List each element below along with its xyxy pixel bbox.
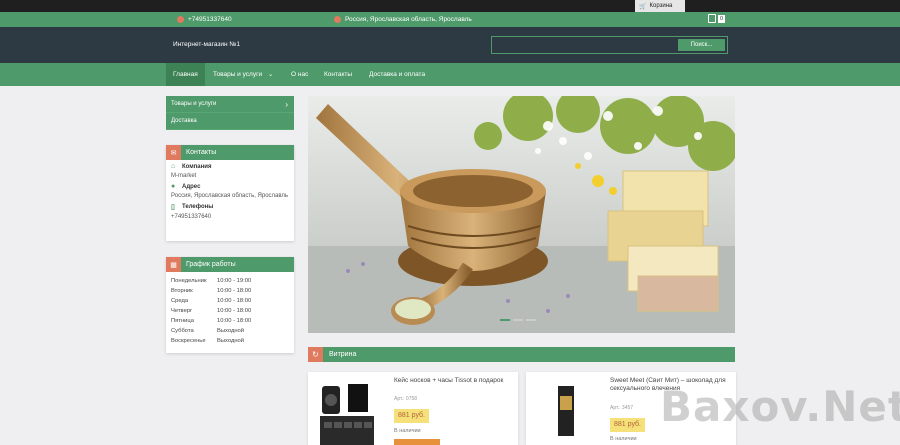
schedule-day: Вторник	[171, 288, 193, 294]
schedule-day: Воскресенье	[171, 338, 206, 344]
info-bar: +74951337640 Россия, Ярославская область…	[0, 12, 900, 27]
schedule-time: 10:00 - 18:00	[217, 318, 252, 324]
hero-banner[interactable]	[308, 96, 735, 333]
phones-row: ▯ Телефоны +74951337640	[166, 200, 294, 221]
schedule-row: Воскресенье Выходной	[171, 336, 289, 346]
schedule-header: ▦ График работы	[166, 257, 294, 272]
schedule-time: Выходной	[217, 338, 245, 344]
contacts-icon: ✉	[166, 145, 181, 160]
nav-item-home[interactable]: Главная	[166, 63, 205, 86]
product-price: 881 руб.	[394, 409, 429, 423]
schedule-time: 10:00 - 18:00	[217, 298, 252, 304]
schedule-day: Среда	[171, 298, 189, 304]
sidebar-item-label: Товары и услуги	[171, 101, 217, 107]
phone-text: +74951337640	[188, 16, 232, 23]
chevron-right-icon: ›	[285, 100, 288, 109]
mini-cart[interactable]: 0	[708, 14, 726, 23]
schedule-day: Пятница	[171, 318, 194, 324]
nav-item-products-label: Товары и услуги	[213, 71, 263, 78]
search-button[interactable]: Поиск...	[678, 39, 725, 51]
cart-tab-label: Корзина	[649, 3, 673, 9]
search-input[interactable]	[495, 39, 678, 51]
contacts-header: ✉ Контакты	[166, 145, 294, 160]
product-card[interactable]: Кейс носков + часы Tissot в подарок Арт.…	[308, 372, 518, 445]
calendar-icon: ▦	[166, 257, 181, 272]
slider-dot[interactable]	[526, 319, 536, 321]
cart-icon: 🛒	[639, 3, 647, 10]
showcase-header: ↻ Витрина	[308, 347, 735, 362]
phone-value[interactable]: +74951337640	[171, 213, 289, 221]
schedule-row: Понедельник 10:00 - 19:00	[171, 276, 289, 286]
phone-info: +74951337640	[177, 12, 232, 27]
showcase-title: Витрина	[329, 351, 357, 358]
nav-item-products[interactable]: Товары и услуги ⌄	[213, 63, 273, 86]
slider-dots	[500, 319, 536, 321]
top-bar: 🛒 Корзина	[0, 0, 900, 12]
phones-label: Телефоны	[182, 204, 214, 210]
phone-icon	[177, 16, 184, 23]
location-text: Россия, Ярославская область, Ярославль	[345, 16, 472, 23]
product-image[interactable]	[532, 376, 598, 445]
shopping-bag-icon	[708, 14, 716, 23]
banner-image	[308, 96, 735, 333]
schedule-day: Четверг	[171, 308, 193, 314]
buy-button[interactable]	[394, 439, 440, 445]
nav-item-about[interactable]: О нас	[291, 63, 308, 86]
main-nav: Главная Товары и услуги ⌄ О нас Контакты…	[0, 63, 900, 86]
schedule-time: 10:00 - 18:00	[217, 288, 252, 294]
schedule-day: Суббота	[171, 328, 194, 334]
cart-tab[interactable]: 🛒 Корзина	[635, 0, 685, 12]
schedule-row: Суббота Выходной	[171, 326, 289, 336]
schedule-day: Понедельник	[171, 278, 207, 284]
sidebar-item-delivery[interactable]: Доставка	[166, 113, 294, 130]
sidebar-menu: Товары и услуги › Доставка	[166, 96, 294, 130]
location-info: Россия, Ярославская область, Ярославль	[334, 12, 472, 27]
schedule-title: График работы	[186, 261, 236, 268]
contacts-card: ✉ Контакты ⌂ Компания M-market ● Адрес Рос…	[166, 145, 294, 241]
address-label: Адрес	[182, 183, 201, 190]
address-row: ● Адрес Россия, Ярославская область, Ярос…	[166, 180, 294, 200]
cart-count: 0	[718, 14, 726, 23]
slider-dot[interactable]	[513, 319, 523, 321]
company-value: M-market	[171, 173, 197, 179]
showcase-icon: ↻	[308, 347, 323, 362]
product-stock: В наличии	[610, 436, 637, 442]
address-value: Россия, Ярославская область, Ярославль	[171, 193, 289, 199]
phone-icon: ▯	[171, 204, 175, 211]
company-row: ⌂ Компания M-market	[166, 160, 294, 180]
schedule-time: Выходной	[217, 328, 245, 334]
search-bar: Поиск...	[491, 36, 728, 54]
schedule-row: Пятница 10:00 - 18:00	[171, 316, 289, 326]
product-image[interactable]	[314, 376, 380, 445]
product-article: Арт.: 0758	[394, 396, 418, 402]
schedule-card: ▦ График работы Понедельник 10:00 - 19:00…	[166, 257, 294, 353]
location-icon	[334, 16, 341, 23]
contacts-title: Контакты	[186, 149, 217, 156]
schedule-time: 10:00 - 19:00	[217, 278, 252, 284]
schedule-row: Среда 10:00 - 18:00	[171, 296, 289, 306]
sidebar-item-products[interactable]: Товары и услуги ›	[166, 96, 294, 113]
chevron-down-icon: ⌄	[267, 71, 274, 78]
nav-item-contacts[interactable]: Контакты	[324, 63, 352, 86]
product-stock: В наличии	[394, 428, 421, 434]
home-icon: ⌂	[171, 163, 176, 170]
product-title[interactable]: Кейс носков + часы Tissot в подарок	[394, 377, 514, 385]
shop-name[interactable]: Интернет-магазин №1	[173, 41, 240, 48]
schedule-time: 10:00 - 18:00	[217, 308, 252, 314]
schedule-row: Вторник 10:00 - 18:00	[171, 286, 289, 296]
map-pin-icon: ●	[171, 183, 176, 190]
header: Интернет-магазин №1 Поиск...	[0, 27, 900, 63]
sidebar-item-label: Доставка	[171, 118, 197, 124]
product-article: Арт.: 3457	[610, 405, 634, 411]
watermark: Baxov.Net	[660, 382, 900, 431]
nav-item-delivery[interactable]: Доставка и оплата	[369, 63, 425, 86]
company-label: Компания	[182, 163, 212, 170]
schedule-row: Четверг 10:00 - 18:00	[171, 306, 289, 316]
slider-dot[interactable]	[500, 319, 510, 321]
product-price: 881 руб.	[610, 418, 645, 432]
schedule-table: Понедельник 10:00 - 19:00 Вторник 10:00 - …	[166, 272, 294, 350]
